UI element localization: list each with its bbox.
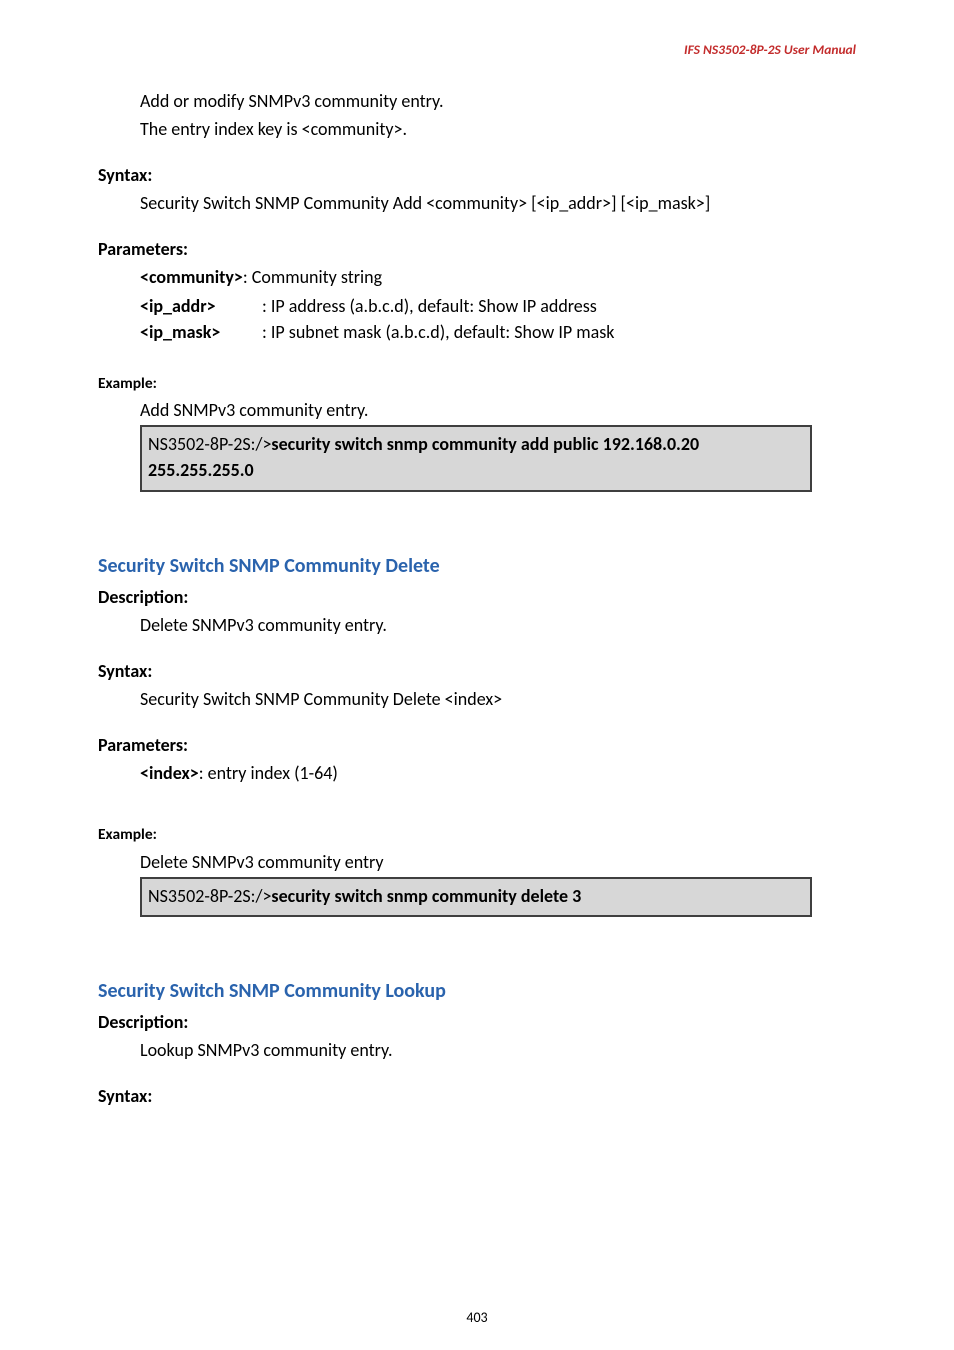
- delete-example-cmd: security switch snmp community delete 3: [271, 885, 581, 907]
- param-community-val: : Community string: [243, 266, 382, 288]
- param-ipmask-val: : IP subnet mask (a.b.c.d), default: Sho…: [262, 319, 856, 345]
- add-param-ipmask: <ip_mask> : IP subnet mask (a.b.c.d), de…: [140, 319, 856, 345]
- param-index-key: <index>: [140, 762, 199, 784]
- param-community-key: <community>: [140, 266, 243, 288]
- page-header-product: IFS NS3502-8P-2S User Manual: [684, 40, 856, 60]
- delete-example-codebox: NS3502-8P-2S:/>security switch snmp comm…: [140, 877, 812, 917]
- add-example-cmd1: security switch snmp community add publi…: [271, 433, 699, 455]
- delete-example-prompt: NS3502-8P-2S:/>: [148, 885, 271, 907]
- add-desc-line2: The entry index key is <community>.: [140, 116, 856, 142]
- delete-params-label: Parameters:: [98, 732, 856, 758]
- delete-desc-label: Description:: [98, 584, 856, 610]
- add-example-cmd2: 255.255.255.0: [148, 457, 804, 483]
- delete-example-label: Example:: [98, 824, 856, 846]
- delete-section-title: Security Switch SNMP Community Delete: [98, 552, 856, 581]
- add-example-label: Example:: [98, 373, 856, 395]
- add-param-community: <community>: Community string: [140, 264, 856, 290]
- lookup-section-title: Security Switch SNMP Community Lookup: [98, 977, 856, 1006]
- add-params-label: Parameters:: [98, 236, 856, 262]
- add-syntax-text: Security Switch SNMP Community Add <comm…: [140, 190, 856, 216]
- delete-param-index: <index>: entry index (1-64): [140, 760, 856, 786]
- lookup-desc-label: Description:: [98, 1009, 856, 1035]
- delete-desc-text: Delete SNMPv3 community entry.: [140, 612, 856, 638]
- add-example-caption: Add SNMPv3 community entry.: [140, 397, 856, 423]
- add-syntax-label: Syntax:: [98, 162, 856, 188]
- add-example-codebox: NS3502-8P-2S:/>security switch snmp comm…: [140, 425, 812, 491]
- add-param-ipaddr: <ip_addr> : IP address (a.b.c.d), defaul…: [140, 293, 856, 319]
- param-ipaddr-val: : IP address (a.b.c.d), default: Show IP…: [262, 293, 856, 319]
- page-number: 403: [0, 1308, 954, 1328]
- add-example-row1: NS3502-8P-2S:/>security switch snmp comm…: [148, 431, 804, 457]
- lookup-syntax-label: Syntax:: [98, 1083, 856, 1109]
- delete-syntax-text: Security Switch SNMP Community Delete <i…: [140, 686, 856, 712]
- lookup-desc-text: Lookup SNMPv3 community entry.: [140, 1037, 856, 1063]
- add-example-prompt: NS3502-8P-2S:/>: [148, 433, 271, 455]
- delete-syntax-label: Syntax:: [98, 658, 856, 684]
- param-ipmask-key: <ip_mask>: [140, 319, 262, 345]
- param-index-val: : entry index (1-64): [199, 762, 338, 784]
- param-ipaddr-key: <ip_addr>: [140, 293, 262, 319]
- delete-example-caption: Delete SNMPv3 community entry: [140, 849, 856, 875]
- add-desc-line1: Add or modify SNMPv3 community entry.: [140, 88, 856, 114]
